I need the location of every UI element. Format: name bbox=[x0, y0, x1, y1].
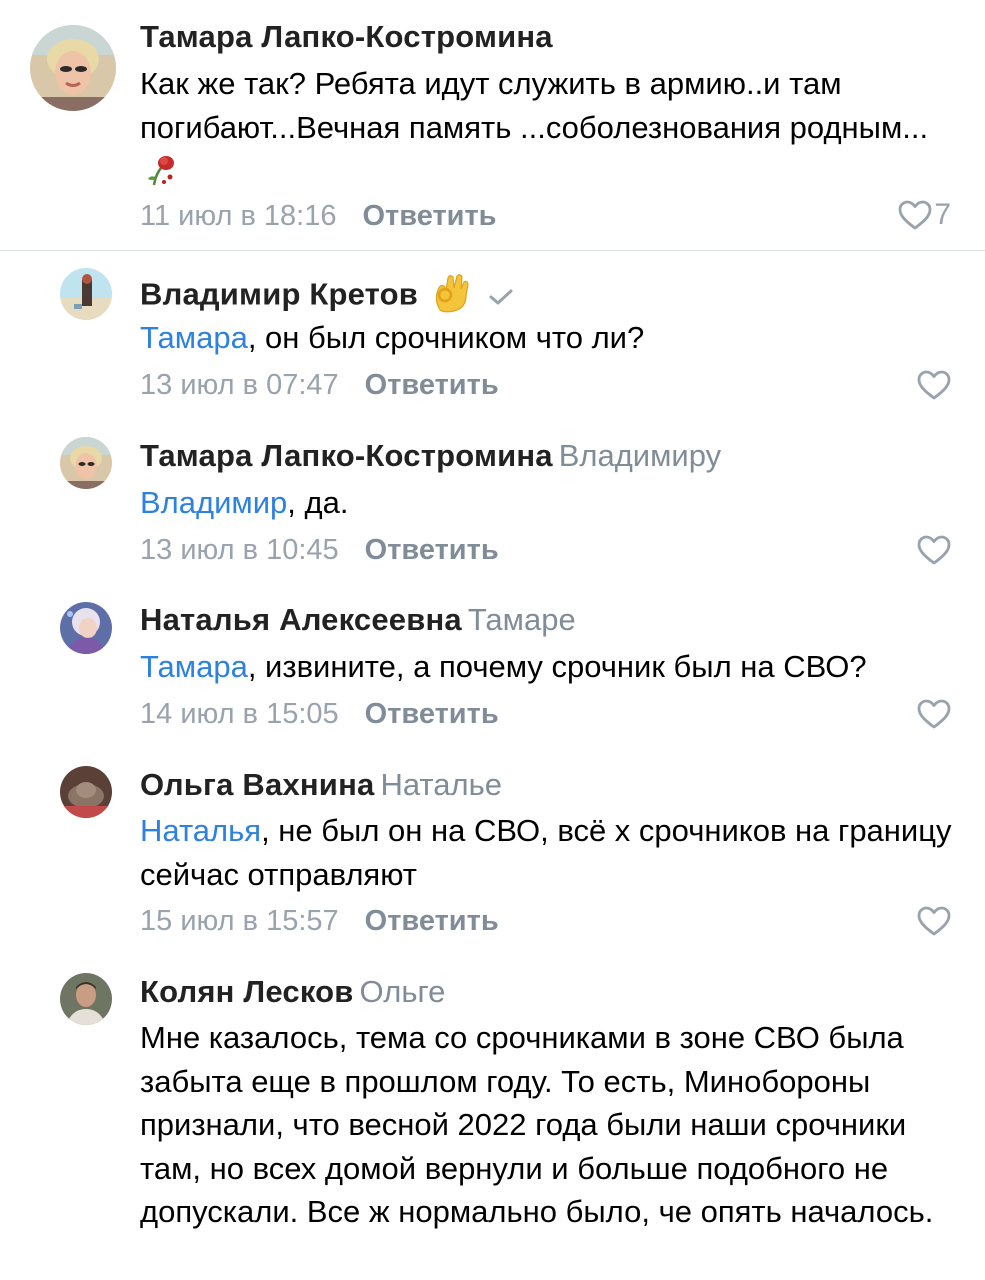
like-count: 7 bbox=[934, 198, 951, 231]
reply-button[interactable]: Ответить bbox=[365, 369, 499, 401]
avatar[interactable] bbox=[60, 973, 112, 1025]
comment-text-content: Мне казалось, тема со срочниками в зоне … bbox=[140, 1020, 934, 1229]
comment-text: Тамара, он был срочником что ли? bbox=[140, 316, 960, 360]
mention-link[interactable]: Тамара bbox=[140, 320, 248, 355]
comment-text-content: Как же так? Ребята идут служить в армию.… bbox=[140, 66, 929, 145]
comment-text: Мне казалось, тема со срочниками в зоне … bbox=[140, 1016, 960, 1234]
like-button[interactable] bbox=[917, 535, 951, 565]
reply-button[interactable]: Ответить bbox=[365, 698, 499, 730]
author-name[interactable]: Ольга Вахнина bbox=[140, 767, 374, 802]
reply-button[interactable]: Ответить bbox=[365, 534, 499, 566]
like-button[interactable] bbox=[917, 699, 951, 729]
heart-icon bbox=[898, 200, 932, 230]
reply-to-label[interactable]: Тамаре bbox=[468, 602, 576, 637]
comment-text: Владимир, да. bbox=[140, 481, 960, 525]
comment-text: Тамара, извините, а почему срочник был н… bbox=[140, 645, 960, 689]
comment-date: 13 июл в 10:45 bbox=[140, 534, 339, 566]
reply-to-label[interactable]: Ольге bbox=[360, 974, 446, 1009]
comment-text: Наталья, не был он на СВО, всё х срочник… bbox=[140, 809, 960, 896]
author-name[interactable]: Колян Лесков bbox=[140, 974, 354, 1009]
comment-date: 15 июл в 15:57 bbox=[140, 905, 339, 937]
checkmark-icon bbox=[488, 278, 514, 316]
comment-text-content: , он был срочником что ли? bbox=[247, 320, 645, 355]
like-button[interactable] bbox=[917, 906, 951, 936]
comment-date: 11 июл в 18:16 bbox=[140, 200, 337, 232]
avatar[interactable] bbox=[60, 268, 112, 320]
reply-to-label[interactable]: Владимиру bbox=[559, 438, 721, 473]
reply-to-label[interactable]: Наталье bbox=[380, 767, 502, 802]
heart-icon bbox=[917, 370, 951, 400]
like-button[interactable]: 7 bbox=[898, 198, 951, 232]
comment-text-content: , не был он на СВО, всё х срочников на г… bbox=[140, 813, 952, 892]
author-name[interactable]: Владимир Кретов bbox=[140, 277, 418, 312]
avatar[interactable] bbox=[30, 25, 116, 111]
like-button[interactable] bbox=[917, 370, 951, 400]
heart-icon bbox=[917, 699, 951, 729]
comment-date: 13 июл в 07:47 bbox=[140, 369, 339, 401]
heart-icon bbox=[917, 906, 951, 936]
mention-link[interactable]: Тамара bbox=[140, 649, 248, 684]
mention-link[interactable]: Наталья bbox=[140, 813, 261, 848]
reply-button[interactable]: Ответить bbox=[363, 200, 497, 232]
avatar[interactable] bbox=[60, 602, 112, 654]
comment-text-content: , да. bbox=[287, 485, 349, 520]
divider bbox=[0, 250, 985, 251]
author-name[interactable]: Наталья Алексеевна bbox=[140, 602, 462, 637]
wilted-rose-icon bbox=[142, 151, 178, 199]
comment-text-content: , извините, а почему срочник был на СВО? bbox=[247, 649, 867, 684]
author-name[interactable]: Тамара Лапко-Костромина bbox=[140, 438, 553, 473]
reply-button[interactable]: Ответить bbox=[365, 905, 499, 937]
comment-date: 14 июл в 15:05 bbox=[140, 698, 339, 730]
author-name[interactable]: Тамара Лапко-Костромина bbox=[140, 19, 553, 54]
mention-link[interactable]: Владимир bbox=[140, 485, 287, 520]
avatar[interactable] bbox=[60, 766, 112, 818]
comment-text: Как же так? Ребята идут служить в армию.… bbox=[140, 62, 960, 199]
avatar[interactable] bbox=[60, 437, 112, 489]
heart-icon bbox=[917, 535, 951, 565]
